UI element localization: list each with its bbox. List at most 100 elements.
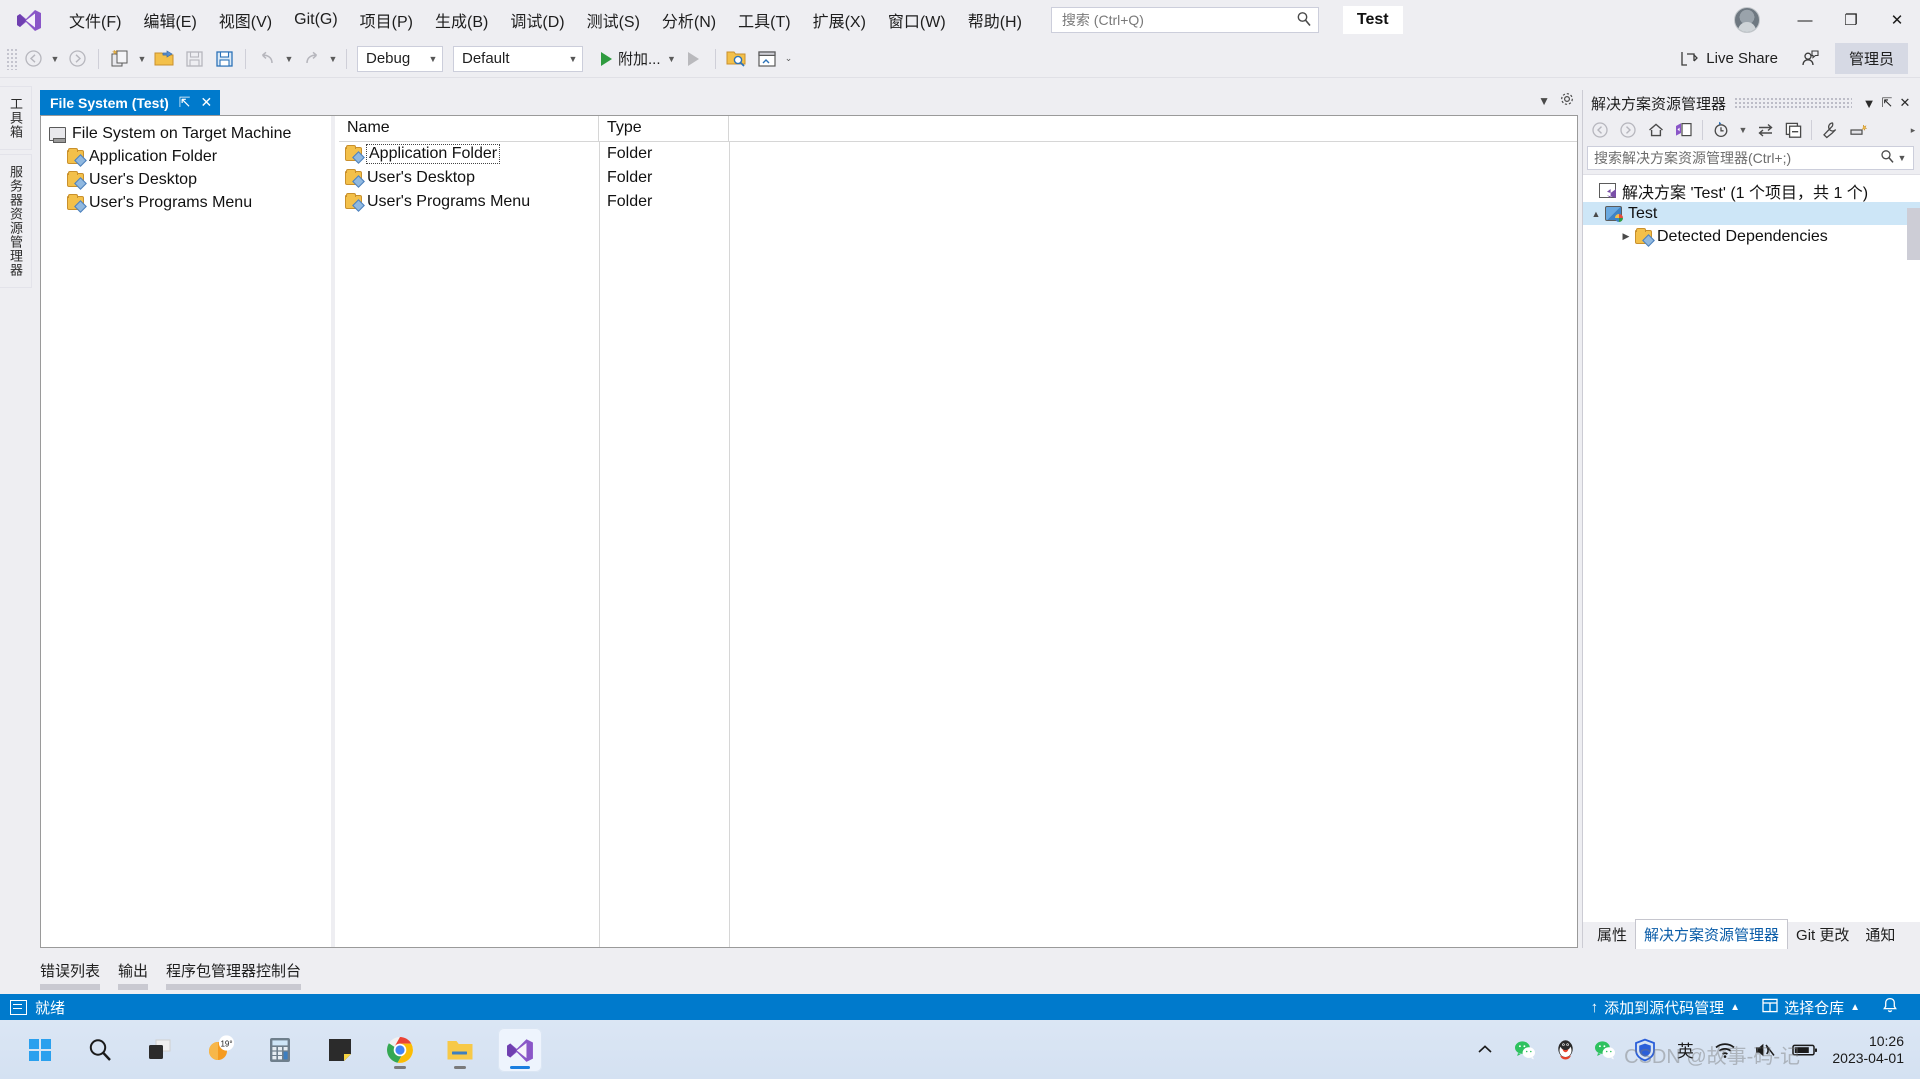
new-project-icon[interactable] <box>106 45 134 73</box>
open-file-icon[interactable] <box>150 45 178 73</box>
window-layout-icon[interactable] <box>753 45 781 73</box>
taskbar-clock[interactable]: 10:26 2023-04-01 <box>1832 1033 1904 1067</box>
pending-changes-icon[interactable] <box>1708 118 1734 142</box>
panel-drag-handle[interactable] <box>1734 97 1852 109</box>
list-item-name-cell[interactable]: Application Folder <box>339 144 599 164</box>
pin-icon[interactable]: ⇱ <box>179 94 191 111</box>
back-dropdown-icon[interactable]: ▼ <box>48 45 62 73</box>
menu-item-git[interactable]: Git(G) <box>283 5 349 35</box>
tree-row-solution[interactable]: 解决方案 'Test' (1 个项目，共 1 个) <box>1583 179 1920 202</box>
document-tab-file-system[interactable]: File System (Test) ⇱ ✕ <box>40 90 221 115</box>
sidebar-item-toolbox[interactable]: 工具箱 <box>0 86 32 150</box>
properties-icon[interactable] <box>1817 118 1843 142</box>
tree-row-project-test[interactable]: ▲ Test <box>1583 202 1920 225</box>
gear-icon[interactable] <box>1560 92 1574 109</box>
feedback-icon[interactable] <box>1796 45 1824 73</box>
tab-error-list[interactable]: 错误列表 <box>40 960 100 990</box>
chevron-up-icon[interactable]: ▲ <box>1850 1002 1860 1013</box>
menu-item-extensions[interactable]: 扩展(X) <box>802 2 877 38</box>
menu-item-edit[interactable]: 编辑(E) <box>132 2 207 38</box>
refresh-icon[interactable] <box>1752 118 1778 142</box>
minimize-button[interactable]: — <box>1782 0 1828 40</box>
tree-row-application-folder[interactable]: Application Folder <box>49 145 331 168</box>
search-icon[interactable] <box>1880 149 1895 167</box>
sync-with-active-document-icon[interactable] <box>1671 118 1697 142</box>
weather-widget[interactable]: 19° <box>198 1028 242 1072</box>
tree-row-users-desktop[interactable]: User's Desktop <box>49 168 331 191</box>
pin-icon[interactable]: ⇱ <box>1878 95 1896 111</box>
task-view-button[interactable] <box>138 1028 182 1072</box>
close-button[interactable]: ✕ <box>1874 0 1920 40</box>
qq-tray-icon[interactable] <box>1552 1037 1578 1063</box>
redo-icon[interactable] <box>297 45 325 73</box>
chevron-down-icon[interactable]: ▼ <box>1860 96 1878 111</box>
column-header-type[interactable]: Type <box>599 116 729 141</box>
sticky-notes-app[interactable] <box>318 1028 362 1072</box>
show-all-files-icon[interactable] <box>1845 118 1871 142</box>
menu-item-help[interactable]: 帮助(H) <box>957 2 1033 38</box>
file-explorer-app[interactable] <box>438 1028 482 1072</box>
forward-arrow-icon[interactable] <box>63 45 91 73</box>
list-item-name-cell[interactable]: User's Programs Menu <box>339 193 599 211</box>
list-item[interactable]: User's Desktop Folder <box>339 166 1577 190</box>
maximize-button[interactable]: ❐ <box>1828 0 1874 40</box>
tab-package-manager-console[interactable]: 程序包管理器控制台 <box>166 960 301 990</box>
tab-properties[interactable]: 属性 <box>1589 920 1635 949</box>
back-arrow-icon[interactable] <box>19 45 47 73</box>
save-icon[interactable] <box>180 45 208 73</box>
find-in-files-icon[interactable] <box>723 45 751 73</box>
new-project-dropdown-icon[interactable]: ▼ <box>135 45 149 73</box>
tab-output[interactable]: 输出 <box>118 960 148 990</box>
tencent-security-tray-icon[interactable] <box>1632 1037 1658 1063</box>
menu-item-file[interactable]: 文件(F) <box>58 2 132 38</box>
menu-item-build[interactable]: 生成(B) <box>424 2 499 38</box>
forward-arrow-icon[interactable] <box>1615 118 1641 142</box>
battery-icon[interactable] <box>1792 1037 1818 1063</box>
user-avatar[interactable] <box>1734 7 1760 33</box>
solution-explorer-scrollbar[interactable] <box>1907 208 1920 308</box>
back-arrow-icon[interactable] <box>1587 118 1613 142</box>
close-icon[interactable]: ✕ <box>1896 95 1914 111</box>
chevron-down-icon[interactable]: ▼ <box>1538 94 1550 108</box>
tab-notifications[interactable]: 通知 <box>1857 920 1903 949</box>
solution-explorer-search-input[interactable]: 搜索解决方案资源管理器(Ctrl+;) ▼ <box>1587 146 1914 170</box>
menu-item-tools[interactable]: 工具(T) <box>727 2 801 38</box>
network-wifi-icon[interactable] <box>1712 1037 1738 1063</box>
attach-dropdown-icon[interactable]: ▼ <box>665 45 679 73</box>
sidebar-item-server-explorer[interactable]: 服务器资源管理器 <box>0 154 32 288</box>
pending-changes-dropdown-icon[interactable]: ▼ <box>1736 116 1750 144</box>
undo-dropdown-icon[interactable]: ▼ <box>282 45 296 73</box>
tree-row-users-programs-menu[interactable]: User's Programs Menu <box>49 191 331 214</box>
quick-search-input[interactable]: 搜索 (Ctrl+Q) <box>1050 7 1319 33</box>
tab-solution-explorer[interactable]: 解决方案资源管理器 <box>1635 919 1789 949</box>
notifications-button[interactable] <box>1874 995 1906 1020</box>
chevron-down-icon[interactable]: ▼ <box>1895 153 1909 163</box>
add-to-source-control-button[interactable]: ↑ 添加到源代码管理 ▲ <box>1583 995 1748 1020</box>
expand-arrow-icon[interactable]: ▲ <box>1587 209 1605 219</box>
attach-run-button[interactable]: 附加... <box>593 45 665 73</box>
save-all-icon[interactable] <box>210 45 238 73</box>
toolbar-grip[interactable] <box>6 47 18 70</box>
calculator-app[interactable] <box>258 1028 302 1072</box>
close-icon[interactable]: ✕ <box>201 94 213 111</box>
list-item[interactable]: Application Folder Folder <box>339 142 1577 166</box>
menu-item-debug[interactable]: 调试(D) <box>499 2 575 38</box>
toolbar-overflow-icon[interactable]: ⌄ <box>782 45 796 73</box>
start-button[interactable] <box>18 1028 62 1072</box>
chevron-down-icon[interactable]: ▼ <box>424 54 442 64</box>
wechat-work-tray-icon[interactable] <box>1592 1037 1618 1063</box>
chrome-app[interactable] <box>378 1028 422 1072</box>
wechat-tray-icon[interactable] <box>1512 1037 1538 1063</box>
tray-overflow-button[interactable] <box>1472 1037 1498 1063</box>
start-without-debug-icon[interactable] <box>680 45 708 73</box>
chevron-down-icon[interactable]: ▼ <box>564 54 582 64</box>
menu-item-analyze[interactable]: 分析(N) <box>651 2 727 38</box>
search-button[interactable] <box>78 1028 122 1072</box>
tree-row-detected-dependencies[interactable]: ▶ Detected Dependencies <box>1583 225 1920 248</box>
collapse-all-icon[interactable] <box>1780 118 1806 142</box>
volume-muted-icon[interactable] <box>1752 1037 1778 1063</box>
menu-item-project[interactable]: 项目(P) <box>349 2 424 38</box>
home-icon[interactable] <box>1643 118 1669 142</box>
select-repository-button[interactable]: 选择仓库 ▲ <box>1754 995 1868 1020</box>
column-header-name[interactable]: Name <box>339 116 599 141</box>
